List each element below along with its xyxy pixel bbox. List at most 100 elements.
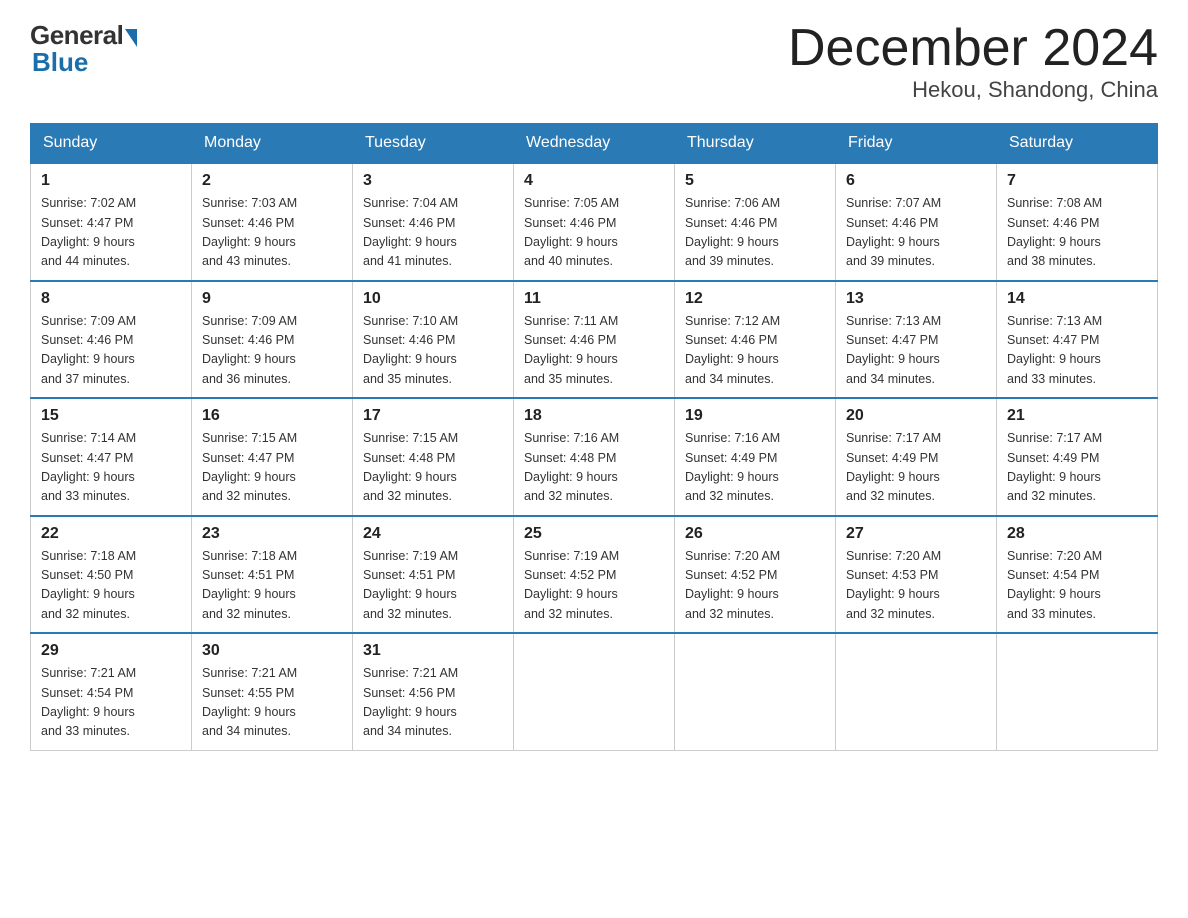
day-number: 26: [685, 525, 825, 543]
day-number: 8: [41, 290, 181, 308]
calendar-cell: 20 Sunrise: 7:17 AMSunset: 4:49 PMDayligh…: [836, 398, 997, 516]
page-header: General Blue December 2024 Hekou, Shando…: [30, 20, 1158, 103]
day-info: Sunrise: 7:10 AMSunset: 4:46 PMDaylight:…: [363, 312, 503, 390]
column-header-saturday: Saturday: [997, 124, 1158, 164]
day-number: 27: [846, 525, 986, 543]
day-number: 30: [202, 642, 342, 660]
day-info: Sunrise: 7:06 AMSunset: 4:46 PMDaylight:…: [685, 194, 825, 272]
day-info: Sunrise: 7:09 AMSunset: 4:46 PMDaylight:…: [41, 312, 181, 390]
calendar-cell: 12Sunrise: 7:12 AMSunset: 4:46 PMDayligh…: [675, 281, 836, 399]
calendar-cell: 30Sunrise: 7:21 AMSunset: 4:55 PMDayligh…: [192, 633, 353, 750]
day-info: Sunrise: 7:03 AMSunset: 4:46 PMDaylight:…: [202, 194, 342, 272]
calendar-week-row: 29 Sunrise: 7:21 AMSunset: 4:54 PMDayligh…: [31, 633, 1158, 750]
calendar-cell: 31 Sunrise: 7:21 AMSunset: 4:56 PMDayligh…: [353, 633, 514, 750]
day-number: 29: [41, 642, 181, 660]
column-header-sunday: Sunday: [31, 124, 192, 164]
location: Hekou, Shandong, China: [788, 77, 1158, 103]
calendar-cell: 13Sunrise: 7:13 AMSunset: 4:47 PMDayligh…: [836, 281, 997, 399]
day-info: Sunrise: 7:14 AMSunset: 4:47 PMDaylight:…: [41, 429, 181, 507]
day-info: Sunrise: 7:17 AMSunset: 4:49 PMDaylight:…: [1007, 429, 1147, 507]
day-info: Sunrise: 7:21 AMSunset: 4:56 PMDaylight:…: [363, 664, 503, 742]
calendar-cell: 8 Sunrise: 7:09 AMSunset: 4:46 PMDaylight…: [31, 281, 192, 399]
calendar-cell: [514, 633, 675, 750]
calendar-cell: 26 Sunrise: 7:20 AMSunset: 4:52 PMDayligh…: [675, 516, 836, 634]
day-number: 21: [1007, 407, 1147, 425]
day-info: Sunrise: 7:19 AMSunset: 4:52 PMDaylight:…: [524, 547, 664, 625]
calendar-cell: 17Sunrise: 7:15 AMSunset: 4:48 PMDayligh…: [353, 398, 514, 516]
calendar-week-row: 22 Sunrise: 7:18 AMSunset: 4:50 PMDayligh…: [31, 516, 1158, 634]
day-number: 1: [41, 172, 181, 190]
calendar-cell: 5 Sunrise: 7:06 AMSunset: 4:46 PMDaylight…: [675, 163, 836, 281]
day-info: Sunrise: 7:12 AMSunset: 4:46 PMDaylight:…: [685, 312, 825, 390]
day-number: 24: [363, 525, 503, 543]
calendar-cell: 6 Sunrise: 7:07 AMSunset: 4:46 PMDaylight…: [836, 163, 997, 281]
day-number: 28: [1007, 525, 1147, 543]
calendar-cell: 7 Sunrise: 7:08 AMSunset: 4:46 PMDaylight…: [997, 163, 1158, 281]
day-info: Sunrise: 7:16 AMSunset: 4:49 PMDaylight:…: [685, 429, 825, 507]
calendar-cell: 23 Sunrise: 7:18 AMSunset: 4:51 PMDayligh…: [192, 516, 353, 634]
day-info: Sunrise: 7:08 AMSunset: 4:46 PMDaylight:…: [1007, 194, 1147, 272]
day-number: 18: [524, 407, 664, 425]
day-number: 4: [524, 172, 664, 190]
calendar-cell: 15Sunrise: 7:14 AMSunset: 4:47 PMDayligh…: [31, 398, 192, 516]
calendar-cell: 29 Sunrise: 7:21 AMSunset: 4:54 PMDayligh…: [31, 633, 192, 750]
calendar-cell: 25 Sunrise: 7:19 AMSunset: 4:52 PMDayligh…: [514, 516, 675, 634]
day-info: Sunrise: 7:09 AMSunset: 4:46 PMDaylight:…: [202, 312, 342, 390]
day-number: 10: [363, 290, 503, 308]
day-info: Sunrise: 7:04 AMSunset: 4:46 PMDaylight:…: [363, 194, 503, 272]
day-info: Sunrise: 7:07 AMSunset: 4:46 PMDaylight:…: [846, 194, 986, 272]
column-header-thursday: Thursday: [675, 124, 836, 164]
day-number: 9: [202, 290, 342, 308]
day-number: 3: [363, 172, 503, 190]
calendar-table: SundayMondayTuesdayWednesdayThursdayFrid…: [30, 123, 1158, 751]
day-number: 31: [363, 642, 503, 660]
day-info: Sunrise: 7:15 AMSunset: 4:47 PMDaylight:…: [202, 429, 342, 507]
logo: General Blue: [30, 20, 137, 78]
day-number: 20: [846, 407, 986, 425]
day-number: 7: [1007, 172, 1147, 190]
calendar-cell: 4 Sunrise: 7:05 AMSunset: 4:46 PMDaylight…: [514, 163, 675, 281]
day-info: Sunrise: 7:21 AMSunset: 4:54 PMDaylight:…: [41, 664, 181, 742]
day-number: 6: [846, 172, 986, 190]
calendar-cell: 10 Sunrise: 7:10 AMSunset: 4:46 PMDayligh…: [353, 281, 514, 399]
day-number: 13: [846, 290, 986, 308]
calendar-header-row: SundayMondayTuesdayWednesdayThursdayFrid…: [31, 124, 1158, 164]
day-number: 25: [524, 525, 664, 543]
day-info: Sunrise: 7:20 AMSunset: 4:53 PMDaylight:…: [846, 547, 986, 625]
calendar-cell: 2 Sunrise: 7:03 AMSunset: 4:46 PMDaylight…: [192, 163, 353, 281]
day-info: Sunrise: 7:18 AMSunset: 4:50 PMDaylight:…: [41, 547, 181, 625]
day-info: Sunrise: 7:11 AMSunset: 4:46 PMDaylight:…: [524, 312, 664, 390]
day-number: 23: [202, 525, 342, 543]
calendar-cell: [836, 633, 997, 750]
calendar-cell: 14 Sunrise: 7:13 AMSunset: 4:47 PMDayligh…: [997, 281, 1158, 399]
day-info: Sunrise: 7:13 AMSunset: 4:47 PMDaylight:…: [1007, 312, 1147, 390]
day-number: 5: [685, 172, 825, 190]
day-number: 22: [41, 525, 181, 543]
day-number: 16: [202, 407, 342, 425]
day-info: Sunrise: 7:02 AMSunset: 4:47 PMDaylight:…: [41, 194, 181, 272]
calendar-cell: 22 Sunrise: 7:18 AMSunset: 4:50 PMDayligh…: [31, 516, 192, 634]
calendar-cell: 19 Sunrise: 7:16 AMSunset: 4:49 PMDayligh…: [675, 398, 836, 516]
column-header-tuesday: Tuesday: [353, 124, 514, 164]
calendar-week-row: 1 Sunrise: 7:02 AMSunset: 4:47 PMDaylight…: [31, 163, 1158, 281]
day-info: Sunrise: 7:20 AMSunset: 4:52 PMDaylight:…: [685, 547, 825, 625]
calendar-cell: [675, 633, 836, 750]
calendar-cell: 11 Sunrise: 7:11 AMSunset: 4:46 PMDayligh…: [514, 281, 675, 399]
calendar-cell: [997, 633, 1158, 750]
logo-arrow-icon: [125, 29, 137, 47]
column-header-monday: Monday: [192, 124, 353, 164]
calendar-week-row: 15Sunrise: 7:14 AMSunset: 4:47 PMDayligh…: [31, 398, 1158, 516]
calendar-cell: 28Sunrise: 7:20 AMSunset: 4:54 PMDayligh…: [997, 516, 1158, 634]
day-number: 14: [1007, 290, 1147, 308]
day-number: 11: [524, 290, 664, 308]
day-number: 19: [685, 407, 825, 425]
column-header-friday: Friday: [836, 124, 997, 164]
day-info: Sunrise: 7:17 AMSunset: 4:49 PMDaylight:…: [846, 429, 986, 507]
month-title: December 2024: [788, 20, 1158, 77]
day-info: Sunrise: 7:05 AMSunset: 4:46 PMDaylight:…: [524, 194, 664, 272]
day-number: 2: [202, 172, 342, 190]
calendar-cell: 16 Sunrise: 7:15 AMSunset: 4:47 PMDayligh…: [192, 398, 353, 516]
day-info: Sunrise: 7:18 AMSunset: 4:51 PMDaylight:…: [202, 547, 342, 625]
logo-blue-text: Blue: [32, 47, 88, 78]
calendar-cell: 21 Sunrise: 7:17 AMSunset: 4:49 PMDayligh…: [997, 398, 1158, 516]
